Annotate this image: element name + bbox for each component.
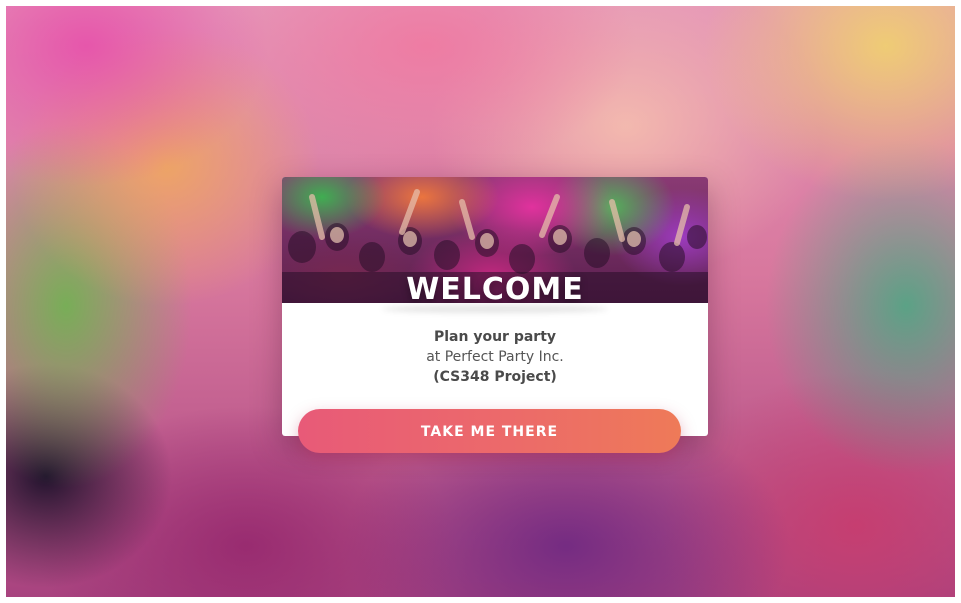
blurred-party-background: WELCOME Plan your party at Perfect Party… — [6, 6, 955, 597]
heading-shadow — [382, 305, 608, 313]
welcome-card: WELCOME Plan your party at Perfect Party… — [282, 177, 708, 436]
card-description: Plan your party at Perfect Party Inc. (C… — [282, 327, 708, 387]
welcome-heading: WELCOME — [406, 272, 584, 304]
plan-party-text: Plan your party — [433, 329, 557, 345]
project-text: (CS348 Project) — [433, 369, 557, 385]
party-crowd-image: WELCOME — [282, 177, 708, 303]
take-me-there-button[interactable]: TAKE ME THERE — [298, 409, 681, 453]
company-text: at Perfect Party Inc. — [426, 349, 564, 365]
